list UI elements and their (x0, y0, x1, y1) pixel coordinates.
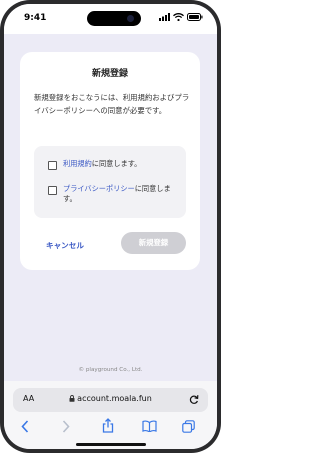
privacy-consent-text: プライバシーポリシーに同意します。 (63, 184, 181, 204)
copyright-text: © playground Co., Ltd. (78, 367, 143, 373)
forward-icon[interactable] (62, 420, 70, 433)
tabs-icon[interactable] (182, 420, 195, 433)
consent-panel: 利用規約に同意します。 プライバシーポリシーに同意します。 (34, 146, 186, 218)
dialog-message: 新規登録をおこなうには、利用規約およびプライバシーポリシーへの同意が必要です。 (34, 93, 190, 115)
status-bar: 9:41 (4, 4, 217, 34)
address-bar[interactable]: AA account.moala.fun (13, 388, 208, 412)
phone-frame: 9:41 新規登録 新規登録をおこなうには、利用規約およびプライバシーポリシーへ… (0, 0, 221, 453)
url-text: account.moala.fun (77, 394, 152, 403)
battery-icon (187, 13, 203, 21)
terms-checkbox[interactable] (48, 161, 57, 170)
signup-submit-button[interactable]: 新規登録 (121, 232, 186, 254)
wifi-icon (173, 13, 184, 21)
home-indicator (76, 443, 146, 446)
url-display[interactable]: account.moala.fun (13, 394, 208, 403)
screen: 9:41 新規登録 新規登録をおこなうには、利用規約およびプライバシーポリシーへ… (4, 4, 217, 449)
signal-icon (159, 13, 170, 21)
cancel-button[interactable]: キャンセル (46, 240, 84, 251)
share-icon[interactable] (102, 418, 114, 433)
privacy-checkbox[interactable] (48, 186, 57, 195)
dynamic-island (87, 11, 141, 26)
terms-link[interactable]: 利用規約 (63, 159, 92, 168)
bookmarks-icon[interactable] (142, 420, 157, 432)
reload-icon[interactable] (189, 394, 199, 405)
status-time: 9:41 (24, 13, 47, 23)
consent-privacy-row[interactable]: プライバシーポリシーに同意します。 (48, 184, 181, 204)
signup-dialog: 新規登録 新規登録をおこなうには、利用規約およびプライバシーポリシーへの同意が必… (20, 52, 200, 270)
back-icon[interactable] (21, 420, 29, 433)
browser-toolbar (4, 417, 217, 437)
browser-bottom-bar: AA account.moala.fun (4, 381, 217, 449)
privacy-policy-link[interactable]: プライバシーポリシー (63, 184, 135, 193)
status-icons (159, 13, 203, 21)
lock-icon (69, 395, 75, 402)
terms-consent-text: 利用規約に同意します。 (63, 159, 181, 169)
terms-consent-suffix: に同意します。 (91, 159, 142, 168)
dialog-title: 新規登録 (91, 69, 128, 79)
consent-terms-row[interactable]: 利用規約に同意します。 (48, 159, 181, 170)
